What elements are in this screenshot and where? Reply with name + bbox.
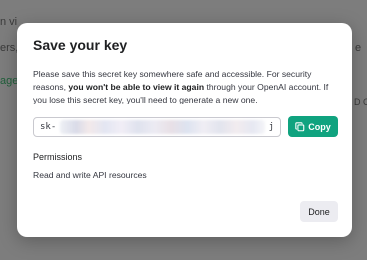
secret-key-redacted (60, 120, 265, 134)
permissions-heading: Permissions (33, 152, 83, 162)
dialog-title: Save your key (33, 37, 128, 53)
dialog-description: Please save this secret key somewhere sa… (33, 68, 341, 104)
background-text: D CO (354, 97, 367, 107)
background-text: ers, (0, 42, 19, 54)
secret-key-suffix: j (268, 122, 274, 132)
copy-icon (295, 121, 305, 132)
background-text: e (355, 42, 362, 54)
background-text: n vi (0, 16, 18, 28)
secret-key-field[interactable]: sk- j (33, 117, 281, 137)
permissions-value: Read and write API resources (33, 170, 147, 180)
description-emphasis: you won't be able to view it again (68, 82, 205, 92)
save-key-dialog: Save your key Please save this secret ke… (17, 23, 352, 237)
copy-button-label: Copy (308, 121, 331, 132)
copy-button[interactable]: Copy (288, 116, 338, 137)
secret-key-prefix: sk- (40, 122, 57, 132)
done-button[interactable]: Done (300, 201, 338, 222)
